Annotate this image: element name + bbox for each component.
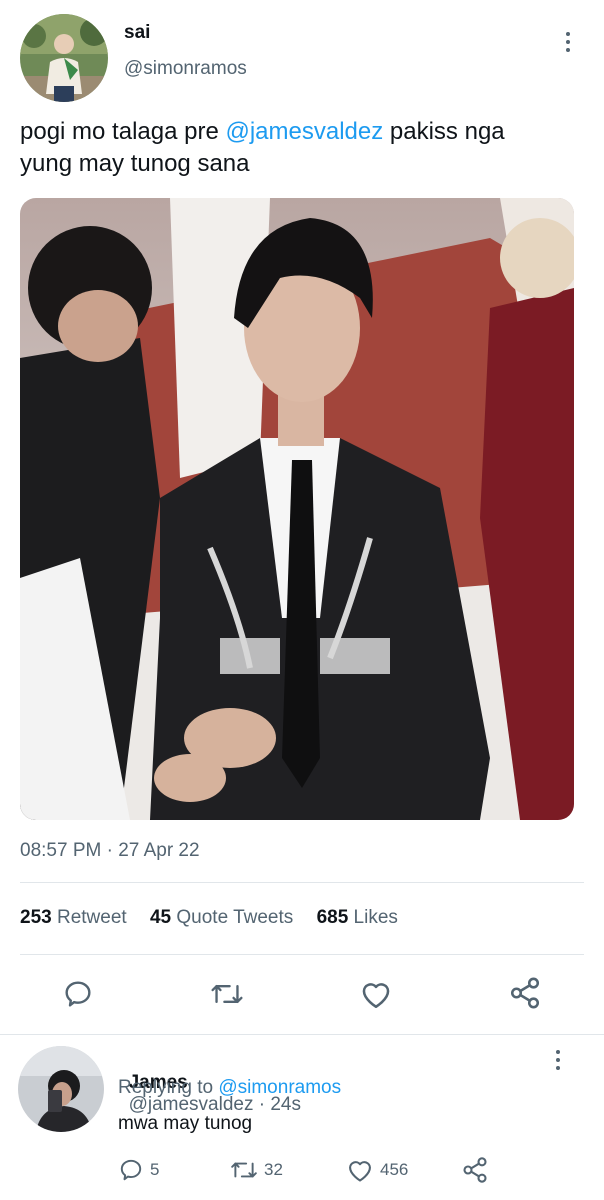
replying-prefix: Replying to — [118, 1077, 219, 1098]
divider — [20, 882, 584, 883]
share-icon[interactable] — [508, 976, 542, 1010]
likes-label: Likes — [353, 907, 398, 928]
retweet-count: 32 — [264, 1160, 283, 1179]
divider — [0, 1034, 604, 1035]
retweets-count: 253 — [20, 907, 52, 928]
quotes-count: 45 — [149, 907, 172, 928]
like-icon[interactable] — [359, 978, 393, 1010]
reply-icon — [118, 1157, 144, 1183]
tweet-media[interactable] — [20, 198, 574, 820]
reply-like-action[interactable]: 456 — [346, 1157, 408, 1183]
mention-link[interactable]: @jamesvaldez — [225, 118, 383, 145]
reply-text: mwa may tunog — [118, 1113, 253, 1134]
reply-retweet-action[interactable]: 32 — [230, 1157, 283, 1183]
tweet-time: 08:57 PM — [20, 840, 102, 861]
replying-to-link[interactable]: @simonramos — [218, 1077, 341, 1098]
avatar-photo-icon — [20, 14, 108, 102]
likes-stat[interactable]: 685 Likes — [317, 907, 398, 928]
like-icon — [346, 1157, 374, 1183]
reply-reply-action[interactable]: 5 — [118, 1157, 159, 1183]
tweet-text: pogi mo talaga pre @jamesvaldez pakiss n… — [20, 116, 590, 180]
retweet-icon — [230, 1157, 258, 1183]
tweet-text-line: yung may tunog sana — [20, 150, 250, 177]
retweets-stat[interactable]: 253 Retweet — [20, 907, 132, 928]
reply-icon[interactable] — [62, 978, 94, 1010]
likes-count: 685 — [316, 907, 349, 928]
author-avatar[interactable] — [20, 14, 108, 102]
author-display-name[interactable]: sai — [124, 22, 150, 44]
divider — [20, 954, 584, 955]
tweet-text-part: pakiss nga — [383, 118, 505, 145]
retweets-label: Retweet — [56, 907, 127, 928]
quotes-label: Quote Tweets — [176, 907, 294, 928]
author-handle[interactable]: @simonramos — [124, 58, 247, 80]
stats-row: 253 Retweet 45 Quote Tweets 685 Likes — [20, 907, 398, 929]
tweet-timestamp[interactable]: 08:57 PM · 27 Apr 22 — [20, 840, 200, 862]
avatar-photo-icon — [18, 1046, 104, 1132]
date-separator: · — [101, 840, 119, 861]
like-count: 456 — [380, 1160, 409, 1179]
retweet-icon[interactable] — [210, 978, 244, 1010]
share-icon[interactable] — [461, 1156, 489, 1184]
tweet-date: 27 Apr 22 — [118, 840, 200, 861]
tweet-text-part: pogi mo talaga pre — [20, 118, 226, 145]
photo-icon — [20, 198, 574, 820]
quotes-stat[interactable]: 45 Quote Tweets — [150, 907, 299, 928]
reply-more-options-icon[interactable] — [555, 1050, 561, 1070]
reply-avatar[interactable] — [18, 1046, 104, 1132]
more-options-icon[interactable] — [565, 32, 571, 52]
replying-to: Replying to @simonramos — [118, 1077, 341, 1099]
reply-count: 5 — [150, 1160, 160, 1179]
